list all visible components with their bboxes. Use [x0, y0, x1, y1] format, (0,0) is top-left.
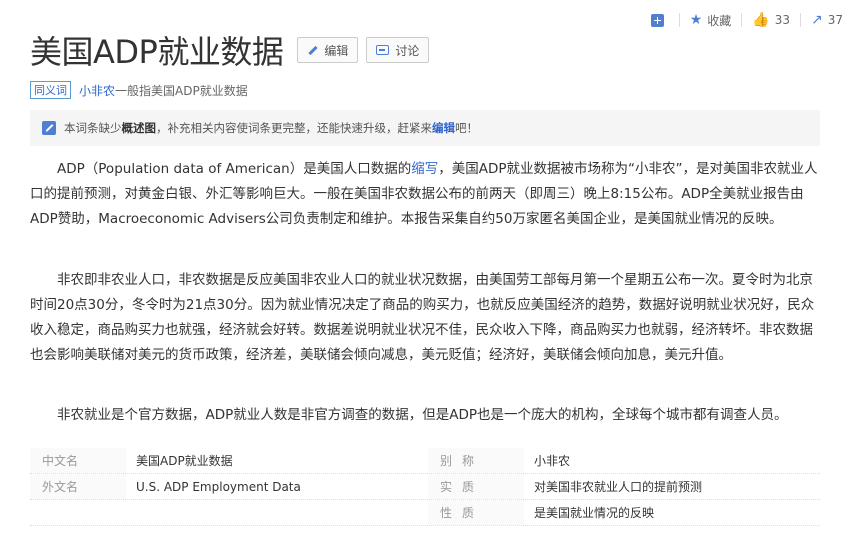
pencil-icon — [42, 121, 56, 135]
info-key: 外文名 — [30, 474, 126, 499]
notice-suffix: 吧！ — [455, 121, 478, 135]
notice-edit-link[interactable]: 编辑 — [432, 120, 455, 136]
info-key: 别称 — [428, 448, 524, 473]
table-row: 性质 是美国就业情况的反映 — [30, 500, 820, 526]
article-actions: ★ 收藏 👍 33 ↗ 37 — [650, 10, 843, 30]
share-button[interactable]: ↗ 37 — [811, 10, 843, 30]
divider — [678, 13, 680, 27]
plus-square-icon — [650, 13, 664, 27]
favorite-button[interactable]: ★ 收藏 — [690, 10, 732, 30]
notice-bold: 概述图 — [121, 121, 157, 135]
info-value: 对美国非农就业人口的提前预测 — [534, 480, 703, 494]
chat-icon — [376, 45, 390, 55]
table-row: 外文名 U.S. ADP Employment Data 实质 对美国非农就业人… — [30, 474, 820, 500]
thumbs-up-icon: 👍 — [752, 12, 770, 28]
paragraph-text: ADP（Population data of American）是美国人口数据的 — [57, 161, 412, 177]
notice-middle: ，补充相关内容使词条更完整，还能快速升级，赶紧来 — [156, 121, 432, 135]
info-key: 实质 — [428, 474, 524, 499]
share-icon: ↗ — [810, 12, 823, 28]
notice-prefix: 本词条缺少 — [64, 121, 122, 135]
basic-info-table: 中文名 美国ADP就业数据 别称 小非农 外文名 U.S. ADP Employ… — [30, 448, 820, 526]
star-icon: ★ — [689, 12, 703, 28]
info-value: 是美国就业情况的反映 — [534, 506, 655, 520]
favorite-label: 收藏 — [707, 13, 732, 28]
add-button[interactable] — [650, 10, 669, 30]
table-row: 中文名 美国ADP就业数据 别称 小非农 — [30, 448, 820, 474]
edit-label: 编辑 — [324, 43, 349, 58]
info-key — [30, 500, 126, 525]
paragraph: 非农即非农业人口，非农数据是反应美国非农业人口的就业状况数据，由美国劳工部每月第… — [30, 272, 815, 363]
synonym-link[interactable]: 小非农 — [79, 82, 115, 99]
like-button[interactable]: 👍 33 — [752, 10, 790, 30]
page-title: 美国ADP就业数据 — [30, 33, 284, 71]
info-value: 美国ADP就业数据 — [136, 454, 233, 468]
info-value: U.S. ADP Employment Data — [136, 479, 301, 494]
notice-box: 本词条缺少 概述图 ，补充相关内容使词条更完整，还能快速升级，赶紧来 编辑 吧！ — [30, 110, 820, 146]
paragraph: ADP（Population data of American）是美国人口数据的… — [30, 157, 820, 232]
pencil-icon — [307, 45, 318, 56]
discuss-button[interactable]: 讨论 — [366, 37, 430, 63]
info-key: 中文名 — [30, 448, 126, 473]
discuss-label: 讨论 — [395, 43, 420, 58]
abbreviation-link[interactable]: 缩写 — [411, 161, 438, 177]
title-row: 美国ADP就业数据 编辑 讨论 — [30, 28, 430, 72]
synonym-text: 一般指美国ADP就业数据 — [115, 83, 248, 98]
synonym-tag: 同义词 — [30, 81, 71, 99]
edit-button[interactable]: 编辑 — [297, 37, 359, 63]
paragraph: 非农就业是个官方数据，ADP就业人数是非官方调查的数据，但是ADP也是一个庞大的… — [57, 407, 788, 423]
info-value: 小非农 — [534, 454, 571, 468]
share-count: 37 — [827, 13, 843, 27]
like-count: 33 — [774, 13, 790, 27]
divider — [741, 13, 743, 27]
synonym-row: 同义词 小非农 一般指美国ADP就业数据 — [30, 80, 248, 100]
divider — [799, 13, 801, 27]
info-key: 性质 — [428, 500, 524, 525]
